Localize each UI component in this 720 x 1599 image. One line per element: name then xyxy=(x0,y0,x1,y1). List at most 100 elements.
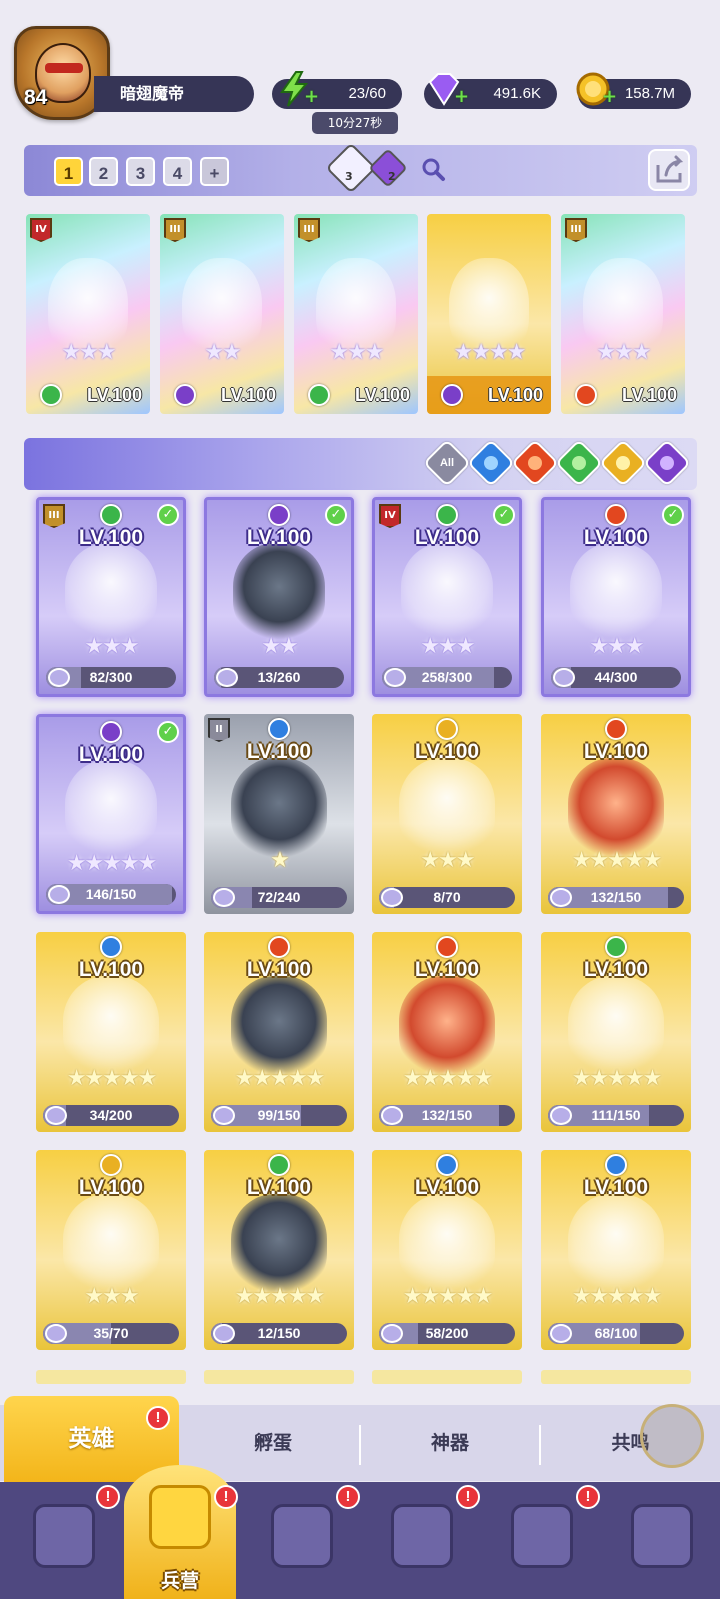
hero-level: LV.100 xyxy=(583,958,649,981)
shard-icon xyxy=(213,1106,235,1125)
search-icon[interactable] xyxy=(420,156,446,186)
fire-element-icon xyxy=(268,936,290,958)
shard-icon xyxy=(381,888,403,907)
wind-element-icon xyxy=(605,936,627,958)
hero-card[interactable]: LV.100 ★★★★★ 99/150 xyxy=(204,932,354,1132)
add-energy-icon[interactable]: + xyxy=(304,86,319,107)
hero-card-partial xyxy=(204,1370,354,1384)
slot-level-text: LV.100 xyxy=(220,385,276,405)
hero-card[interactable]: LV.100 ★★★ 8/70 xyxy=(372,714,522,914)
hero-card-partial xyxy=(372,1370,522,1384)
star-rating: ★★ xyxy=(204,340,241,365)
slot-level: LV.100 xyxy=(561,376,685,414)
team-tab-1[interactable]: 1 xyxy=(54,157,83,186)
hero-portrait xyxy=(63,976,159,1076)
shard-progress: 258/300 xyxy=(382,667,512,688)
add-team-button[interactable]: + xyxy=(200,157,229,186)
hero-card[interactable]: LV.100 ★★★★★ 68/100 xyxy=(541,1150,691,1350)
hero-level: LV.100 xyxy=(246,1176,312,1199)
star-rating: ★★★★★ xyxy=(402,1066,494,1091)
team-slot-3[interactable]: III ★★★ LV.100 xyxy=(294,214,418,414)
tab-hatch[interactable]: 孵蛋 xyxy=(185,1405,361,1481)
rank-badge: III xyxy=(565,218,587,242)
shard-progress: 13/260 xyxy=(214,667,344,688)
shard-icon xyxy=(381,1324,403,1343)
light-element-icon xyxy=(100,1154,122,1176)
nav-castle-alert-badge: ! xyxy=(456,1485,480,1509)
star-rating: ★★ xyxy=(261,634,298,659)
shard-count: 35/70 xyxy=(93,1325,129,1341)
in-team-check-icon: ✓ xyxy=(157,721,179,743)
rank-badge: III xyxy=(43,504,65,528)
shard-progress: 35/70 xyxy=(43,1323,179,1344)
hero-portrait xyxy=(568,758,664,858)
tab-artifact[interactable]: 神器 xyxy=(361,1405,539,1481)
shard-progress: 12/150 xyxy=(211,1323,347,1344)
slot-level: LV.100 xyxy=(26,376,150,414)
shard-count: 58/200 xyxy=(425,1325,469,1341)
hero-card[interactable]: LV.100 ★★★★★ 12/150 xyxy=(204,1150,354,1350)
shard-count: 12/150 xyxy=(257,1325,301,1341)
settings-ring-button[interactable] xyxy=(640,1404,704,1468)
hero-card[interactable]: ✓ LV.100 ★★★★★ 146/150 xyxy=(36,714,186,914)
hero-card[interactable]: III ✓ LV.100 ★★★ 82/300 xyxy=(36,497,186,697)
shard-progress: 72/240 xyxy=(211,887,347,908)
shard-progress: 132/150 xyxy=(379,1105,515,1126)
shard-progress: 68/100 xyxy=(548,1323,684,1344)
share-button[interactable] xyxy=(648,149,690,191)
hero-card-partial xyxy=(36,1370,186,1384)
team-slot-2[interactable]: III ★★ LV.100 xyxy=(160,214,284,414)
star-rating: ★★★★★ xyxy=(402,1284,494,1309)
hero-card[interactable]: LV.100 ★★★ 35/70 xyxy=(36,1150,186,1350)
nav-barracks-label: 兵营 xyxy=(160,1570,199,1592)
water-element-icon xyxy=(100,936,122,958)
shard-icon xyxy=(553,668,575,687)
rank-badge: II xyxy=(208,718,230,742)
slot-level: LV.100 xyxy=(294,376,418,414)
hero-card[interactable]: II LV.100 ★ 72/240 xyxy=(204,714,354,914)
hero-card[interactable]: ✓ LV.100 ★★★ 44/300 xyxy=(541,497,691,697)
nav-barracks[interactable]: 兵营 xyxy=(124,1465,236,1599)
fire-element-icon xyxy=(605,504,627,526)
star-rating: ★★★ xyxy=(329,340,384,365)
slot-level-text: LV.100 xyxy=(621,385,677,405)
hero-portrait xyxy=(63,1194,159,1294)
hero-portrait xyxy=(64,542,158,640)
hero-card[interactable]: LV.100 ★★★★★ 111/150 xyxy=(541,932,691,1132)
water-element-icon xyxy=(268,718,290,740)
hero-card[interactable]: LV.100 ★★★★★ 132/150 xyxy=(541,714,691,914)
nav-barracks-alert-badge: ! xyxy=(214,1485,238,1509)
team-slot-5[interactable]: III ★★★ LV.100 xyxy=(561,214,685,414)
shard-count: 44/300 xyxy=(594,669,638,685)
hero-level: LV.100 xyxy=(414,740,480,763)
shard-icon xyxy=(213,888,235,907)
water-element-icon xyxy=(605,1154,627,1176)
star-rating: ★★★★★ xyxy=(571,1284,663,1309)
team-tab-2[interactable]: 2 xyxy=(89,157,118,186)
hero-card[interactable]: LV.100 ★★★★★ 58/200 xyxy=(372,1150,522,1350)
tab-heroes-alert-badge: ! xyxy=(146,1406,170,1430)
team-tab-4[interactable]: 4 xyxy=(163,157,192,186)
wind-element-icon xyxy=(308,384,330,406)
team-slot-4[interactable]: ★★★★ LV.100 xyxy=(427,214,551,414)
shard-progress: 44/300 xyxy=(551,667,681,688)
hero-portrait xyxy=(231,1194,327,1294)
hero-portrait xyxy=(399,758,495,858)
shard-icon xyxy=(550,1324,572,1343)
hero-card[interactable]: LV.100 ★★★★★ 132/150 xyxy=(372,932,522,1132)
hero-card[interactable]: LV.100 ★★★★★ 34/200 xyxy=(36,932,186,1132)
add-gold-icon[interactable]: + xyxy=(602,86,617,107)
shard-progress: 99/150 xyxy=(211,1105,347,1126)
hero-card[interactable]: IV ✓ LV.100 ★★★ 258/300 xyxy=(372,497,522,697)
shard-progress: 146/150 xyxy=(46,884,176,905)
star-rating: ★★★ xyxy=(596,340,651,365)
hero-card[interactable]: ✓ LV.100 ★★ 13/260 xyxy=(204,497,354,697)
hero-portrait xyxy=(569,542,663,640)
team-tab-3[interactable]: 3 xyxy=(126,157,155,186)
hero-level: LV.100 xyxy=(246,740,312,763)
team-slot-1[interactable]: IV ★★★ LV.100 xyxy=(26,214,150,414)
nav-shop[interactable] xyxy=(606,1482,716,1599)
hero-level: LV.100 xyxy=(583,1176,649,1199)
gem-value: 491.6K xyxy=(493,85,541,102)
add-gem-icon[interactable]: + xyxy=(454,86,469,107)
